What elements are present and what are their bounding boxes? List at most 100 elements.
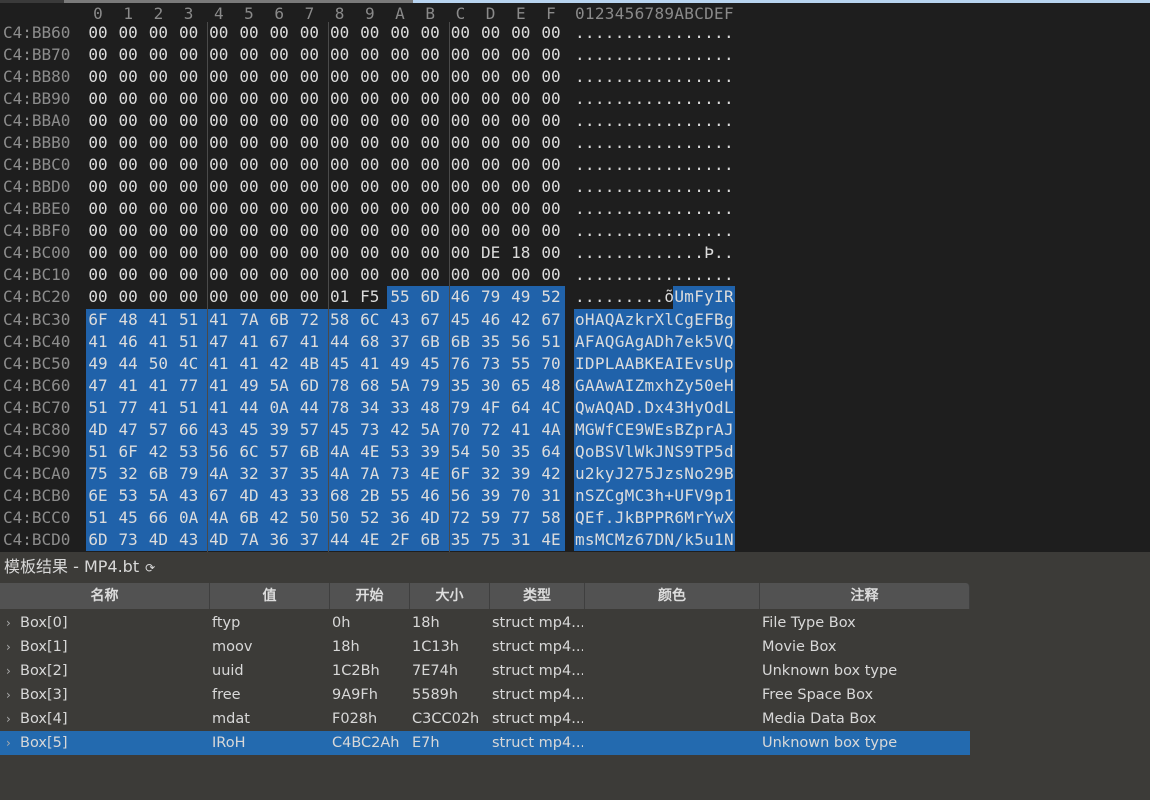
hex-byte[interactable]: 00 — [113, 44, 143, 66]
hex-byte[interactable]: 6B — [415, 331, 445, 353]
hex-byte[interactable]: 41 — [506, 419, 536, 441]
hex-byte[interactable]: 44 — [113, 353, 143, 375]
hex-byte[interactable]: 00 — [143, 242, 173, 264]
hex-byte[interactable]: 00 — [476, 22, 506, 44]
hex-byte[interactable]: 00 — [264, 88, 294, 110]
hex-byte[interactable]: 00 — [294, 176, 324, 198]
hex-byte[interactable]: 00 — [143, 132, 173, 154]
hex-byte[interactable]: 00 — [113, 198, 143, 220]
hex-byte[interactable]: 00 — [204, 220, 234, 242]
hex-byte[interactable]: 00 — [113, 88, 143, 110]
ascii-text[interactable]: QEf.JkBPPR6MrYwX — [575, 507, 734, 529]
hex-byte[interactable]: 57 — [294, 419, 324, 441]
hex-byte[interactable]: 35 — [445, 529, 475, 551]
hex-byte[interactable]: 00 — [174, 176, 204, 198]
hex-byte[interactable]: 00 — [83, 66, 113, 88]
hex-byte[interactable]: 00 — [385, 132, 415, 154]
hex-byte[interactable]: 00 — [143, 220, 173, 242]
hex-byte[interactable]: 00 — [294, 198, 324, 220]
hex-byte[interactable]: 00 — [355, 242, 385, 264]
hex-byte[interactable]: 45 — [234, 419, 264, 441]
hex-byte[interactable]: 4E — [415, 463, 445, 485]
hex-byte[interactable]: 53 — [113, 485, 143, 507]
hex-byte[interactable]: 00 — [264, 220, 294, 242]
hex-byte[interactable]: 00 — [294, 22, 324, 44]
hex-byte[interactable]: 00 — [294, 88, 324, 110]
hex-byte[interactable]: 35 — [294, 463, 324, 485]
hex-byte[interactable]: 00 — [234, 110, 264, 132]
hex-byte[interactable]: 00 — [506, 220, 536, 242]
hex-byte[interactable]: 41 — [234, 353, 264, 375]
hex-byte[interactable]: 4E — [355, 529, 385, 551]
hex-byte[interactable]: 00 — [445, 44, 475, 66]
column-header-name[interactable]: 名称 — [0, 583, 210, 609]
hex-byte[interactable]: 00 — [174, 44, 204, 66]
hex-byte[interactable]: 72 — [445, 507, 475, 529]
hex-byte[interactable]: 66 — [174, 419, 204, 441]
hex-byte[interactable]: 00 — [476, 220, 506, 242]
hex-byte[interactable]: 00 — [445, 242, 475, 264]
hex-byte[interactable]: 00 — [234, 220, 264, 242]
hex-byte[interactable]: 41 — [204, 375, 234, 397]
hex-byte[interactable]: 00 — [143, 176, 173, 198]
hex-byte[interactable]: 54 — [445, 441, 475, 463]
hex-byte[interactable]: 41 — [143, 309, 173, 331]
hex-byte[interactable]: 45 — [325, 419, 355, 441]
hex-byte[interactable]: 67 — [415, 309, 445, 331]
hex-byte[interactable]: 00 — [506, 132, 536, 154]
hex-byte[interactable]: 00 — [264, 264, 294, 286]
hex-byte[interactable]: 00 — [113, 110, 143, 132]
hex-byte[interactable]: 00 — [264, 110, 294, 132]
hex-byte[interactable]: 00 — [234, 88, 264, 110]
ascii-text[interactable]: oHAQAzkrXlCgEFBg — [575, 309, 734, 331]
hex-byte[interactable]: 00 — [174, 110, 204, 132]
hex-byte[interactable]: 00 — [476, 110, 506, 132]
hex-byte[interactable]: 55 — [385, 286, 415, 308]
hex-byte[interactable]: 55 — [385, 485, 415, 507]
hex-byte[interactable]: 00 — [536, 88, 566, 110]
hex-byte[interactable]: 42 — [536, 463, 566, 485]
hex-byte[interactable]: 00 — [234, 198, 264, 220]
hex-byte[interactable]: 00 — [83, 176, 113, 198]
hex-byte[interactable]: 00 — [355, 22, 385, 44]
hex-byte[interactable]: 6B — [143, 463, 173, 485]
hex-byte[interactable]: 00 — [204, 198, 234, 220]
hex-byte[interactable]: 6E — [83, 485, 113, 507]
hex-byte[interactable]: 00 — [204, 286, 234, 308]
hex-byte[interactable]: 4C — [536, 397, 566, 419]
hex-byte[interactable]: 64 — [506, 397, 536, 419]
hex-byte[interactable]: 00 — [536, 242, 566, 264]
hex-byte[interactable]: 00 — [294, 66, 324, 88]
hex-byte[interactable]: 42 — [385, 419, 415, 441]
hex-byte[interactable]: 00 — [113, 220, 143, 242]
hex-byte[interactable]: 6B — [234, 507, 264, 529]
hex-byte[interactable]: 00 — [355, 264, 385, 286]
hex-byte[interactable]: 00 — [385, 154, 415, 176]
hex-byte[interactable]: 00 — [506, 176, 536, 198]
hex-byte[interactable]: 00 — [113, 66, 143, 88]
hex-byte[interactable]: 00 — [506, 264, 536, 286]
hex-byte[interactable]: 00 — [506, 110, 536, 132]
hex-byte[interactable]: 49 — [83, 353, 113, 375]
hex-byte[interactable]: 72 — [476, 419, 506, 441]
hex-byte[interactable]: 4D — [83, 419, 113, 441]
hex-byte[interactable]: 39 — [476, 485, 506, 507]
ascii-text[interactable]: QoBSVlWkJNS9TP5d — [575, 441, 734, 463]
hex-byte[interactable]: 50 — [476, 441, 506, 463]
hex-byte[interactable]: 00 — [445, 198, 475, 220]
hex-byte[interactable]: 6B — [294, 441, 324, 463]
column-header-size[interactable]: 大小 — [410, 583, 490, 609]
hex-byte[interactable]: 00 — [113, 132, 143, 154]
hex-byte[interactable]: 00 — [294, 264, 324, 286]
hex-byte[interactable]: 31 — [536, 485, 566, 507]
column-header-value[interactable]: 值 — [210, 583, 330, 609]
hex-byte[interactable]: 00 — [234, 242, 264, 264]
hex-byte[interactable]: 50 — [294, 507, 324, 529]
hex-byte[interactable]: 00 — [385, 22, 415, 44]
hex-byte[interactable]: 47 — [83, 375, 113, 397]
hex-byte[interactable]: 00 — [355, 154, 385, 176]
hex-byte[interactable]: 00 — [174, 66, 204, 88]
hex-byte[interactable]: 00 — [325, 176, 355, 198]
hex-byte[interactable]: 00 — [264, 22, 294, 44]
ascii-text[interactable]: ................ — [575, 176, 734, 198]
